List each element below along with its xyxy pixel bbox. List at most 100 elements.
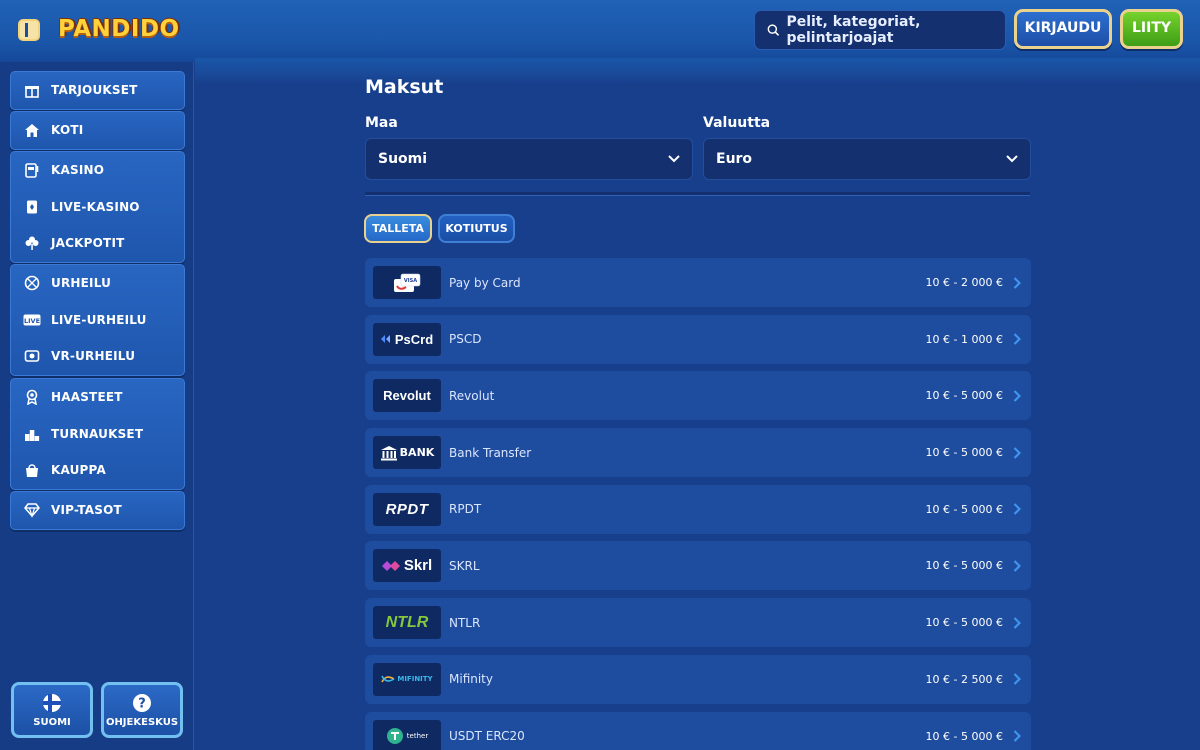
mifinity-logo-text: MIFINITY [397,675,433,684]
bank-logo: BANK [373,436,441,470]
sidebar-item-haasteet[interactable]: HAASTEET [11,379,184,416]
card-logo-text: VISA [404,278,417,284]
tab-talleta[interactable]: TALLETA [364,214,432,243]
language-button[interactable]: SUOMI [11,682,93,738]
sidebar-item-label: KASINO [51,163,105,178]
payment-method-row[interactable]: MIFINITY Mifinity 10 € - 2 500 € [365,654,1031,704]
revolut-logo-text: Revolut [383,388,431,404]
search-input[interactable]: Pelit, kategoriat, pelintarjoajat [754,10,1006,50]
nav-group-vip: VIP-TASOT [10,491,185,530]
rpdt-logo-text: RPDT [385,500,429,518]
nav-group-home: KOTI [10,111,185,150]
sidebar-item-jackpotit[interactable]: JACKPOTIT [11,225,184,262]
help-icon: ? [133,693,151,712]
country-label: Maa [365,115,398,131]
payment-method-row[interactable]: NTLR NTLR 10 € - 5 000 € [365,598,1031,648]
sidebar-item-label: KOTI [51,123,84,138]
tab-kotiutus[interactable]: KOTIUTUS [438,214,515,243]
sidebar-item-label: LIVE-URHEILU [51,312,147,327]
podium-icon [23,425,41,443]
sidebar-item-label: LIVE-KASINO [51,199,140,214]
playing-card-icon [23,198,41,216]
top-bar: PANDIDO Pelit, kategoriat, pelintarjoaja… [0,0,1200,62]
country-select[interactable]: Suomi [365,138,693,180]
payment-method-name: NTLR [449,615,481,630]
payment-method-row[interactable]: VISA Pay by Card 10 € - 2 000 € [365,258,1031,307]
join-button[interactable]: LIITY [1120,9,1183,49]
sidebar-item-kauppa[interactable]: KAUPPA [11,452,184,489]
page-title: Maksut [365,76,444,98]
sidebar-item-tarjoukset[interactable]: TARJOUKSET [11,72,184,109]
chevron-right-icon [1013,446,1021,459]
sidebar-item-koti[interactable]: KOTI [11,112,184,149]
payment-method-name: Pay by Card [449,275,521,290]
ntlr-logo-text: NTLR [385,613,429,631]
payment-method-limits: 10 € - 5 000 € [925,502,1003,516]
svg-text:?: ? [138,696,146,711]
chevron-right-icon [1013,276,1021,289]
sidebar-item-label: TURNAUKSET [51,426,144,441]
login-button[interactable]: KIRJAUDU [1014,9,1112,49]
skrl-logo-text: Skrl [403,557,433,575]
card-logo: VISA [373,266,441,299]
pscrd-logo-text: PsCrd [394,331,434,347]
payment-method-row[interactable]: RPDT RPDT 10 € - 5 000 € [365,484,1031,534]
sidebar-item-vip-tasot[interactable]: VIP-TASOT [11,492,184,529]
payment-method-name: Revolut [449,388,495,403]
pandido-logo[interactable]: PANDIDO [58,11,192,47]
nav-group-promotions: TARJOUKSET [10,71,185,110]
sidebar-toggle-icon[interactable] [18,19,40,41]
payment-method-limits: 10 € - 5 000 € [925,389,1003,403]
payment-method-name: Mifinity [449,672,493,687]
currency-label: Valuutta [703,115,771,131]
nav-group-sports: URHEILU LIVE LIVE-URHEILU VR-URHEILU [10,264,185,376]
payment-method-row[interactable]: tether USDT ERC20 10 € - 5 000 € [365,711,1031,750]
currency-value: Euro [716,151,753,167]
language-label: SUOMI [33,716,71,728]
chevron-right-icon [1013,616,1021,629]
sidebar-item-vr-urheilu[interactable]: VR-URHEILU [11,338,184,375]
sidebar: TARJOUKSET KOTI KASINO LIVE-KASINO JACKP… [0,62,194,750]
pscrd-logo: PsCrd [373,322,441,356]
payment-method-limits: 10 € - 1 000 € [925,332,1003,346]
sidebar-item-label: HAASTEET [51,390,123,405]
svg-text:LIVE: LIVE [24,317,40,325]
search-placeholder: Pelit, kategoriat, pelintarjoajat [786,14,921,46]
chevron-right-icon [1013,390,1021,402]
payment-method-row[interactable]: BANK Bank Transfer 10 € - 5 000 € [365,428,1031,478]
search-icon [767,24,780,36]
chevron-right-icon [1013,673,1021,686]
live-badge-icon: LIVE [23,311,41,329]
country-value: Suomi [378,151,428,167]
header-decorative-edge [195,58,1200,84]
sidebar-item-urheilu[interactable]: URHEILU [11,265,184,302]
slot-machine-icon [23,161,41,179]
mifinity-logo: MIFINITY [373,662,441,696]
chevron-down-icon [668,155,680,163]
payment-method-row[interactable]: Skrl SKRL 10 € - 5 000 € [365,541,1031,591]
sidebar-item-live-urheilu[interactable]: LIVE LIVE-URHEILU [11,302,184,339]
payment-method-name: USDT ERC20 [449,729,525,743]
help-label: OHJEKESKUS [105,716,179,728]
help-center-button[interactable]: ? OHJEKESKUS [101,682,183,738]
chevron-right-icon [1013,333,1021,345]
sidebar-item-live-kasino[interactable]: LIVE-KASINO [11,189,184,226]
diamond-icon [23,501,41,519]
payment-method-row[interactable]: Revolut Revolut 10 € - 5 000 € [365,371,1031,421]
revolut-logo: Revolut [373,379,441,413]
rpdt-logo: RPDT [373,492,441,526]
payment-method-name: SKRL [449,558,480,573]
sidebar-item-turnaukset[interactable]: TURNAUKSET [11,416,184,453]
medal-icon [23,388,41,406]
sidebar-item-label: KAUPPA [51,463,106,478]
sidebar-item-kasino[interactable]: KASINO [11,152,184,189]
sidebar-item-label: VIP-TASOT [51,503,122,518]
payment-method-limits: 10 € - 2 000 € [925,276,1003,289]
sidebar-item-label: URHEILU [51,276,112,291]
sidebar-item-label: JACKPOTIT [51,236,125,251]
payment-method-limits: 10 € - 5 000 € [925,729,1003,743]
payment-method-row[interactable]: PsCrd PSCD 10 € - 1 000 € [365,314,1031,364]
gift-icon [23,81,41,99]
bank-logo-text: BANK [399,446,435,460]
currency-select[interactable]: Euro [703,138,1031,180]
